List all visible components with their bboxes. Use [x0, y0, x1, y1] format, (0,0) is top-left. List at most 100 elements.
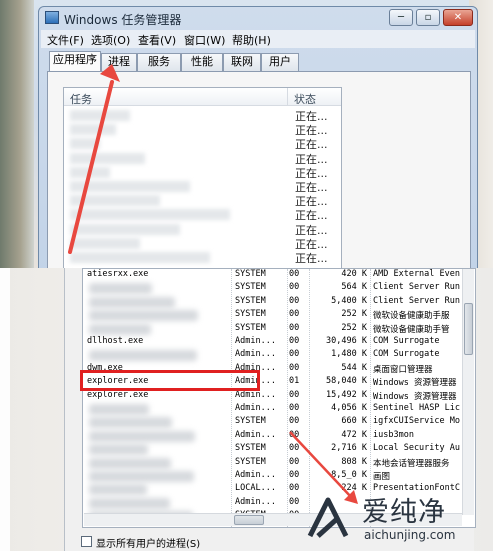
process-row[interactable]: SYSTEM 00 564 K Client Server Run: [83, 282, 475, 295]
process-memory: 4,056 K: [331, 403, 367, 413]
process-row[interactable]: SYSTEM 00 660 K igfxCUIService Mo: [83, 416, 475, 429]
process-memory: 2,716 K: [331, 443, 367, 454]
process-row[interactable]: SYSTEM 00 252 K 微软设备健康助手管: [83, 322, 475, 336]
process-name-redacted: [89, 323, 151, 335]
vertical-scroll-thumb[interactable]: [464, 303, 473, 355]
process-row[interactable]: explorer.exe Admin... 00 15,492 K Windows 资源…: [83, 389, 475, 403]
process-user: Admin...: [235, 336, 276, 346]
show-all-label: 显示所有用户的进程(S): [96, 539, 201, 550]
process-user: Admin...: [235, 349, 276, 360]
vertical-scrollbar[interactable]: [462, 269, 474, 515]
process-description: iusb3mon: [373, 429, 414, 440]
applications-panel: 任务 状态 正在... 正在... 正在... 正在... 正在... 正在... 正在..…: [47, 71, 471, 268]
title-bar[interactable]: Windows 任务管理器 ─ ▫ ✕: [39, 7, 477, 29]
highlight-box: [80, 370, 260, 391]
process-description: 微软设备健康助手管: [373, 324, 450, 335]
process-name: dllhost.exe: [87, 336, 144, 346]
process-description: COM Surrogate: [373, 349, 440, 360]
process-row[interactable]: Admin... 00 4,056 K Sentinel HASP Lic: [83, 403, 475, 416]
task-manager-window: Windows 任务管理器 ─ ▫ ✕ 文件(F) 选项(O) 查看(V) 窗口…: [38, 6, 478, 268]
minimize-button[interactable]: ─: [389, 9, 413, 26]
process-user: Admin...: [235, 429, 276, 440]
process-user: SYSTEM: [235, 282, 266, 293]
maximize-button[interactable]: ▫: [416, 9, 440, 26]
process-memory: 544 K: [341, 362, 367, 373]
process-row[interactable]: SYSTEM 00 808 K 本地会话管理器服务: [83, 456, 475, 470]
tab-services[interactable]: 服务: [137, 53, 181, 71]
process-cpu: 00: [289, 403, 300, 413]
aichunjing-logo-icon: [307, 497, 349, 538]
process-user: SYSTEM: [235, 322, 266, 333]
tab-networking[interactable]: 联网: [223, 53, 261, 71]
process-user: Admin...: [235, 470, 276, 480]
task-name-redacted: [70, 166, 110, 178]
menu-window[interactable]: 窗口(W): [184, 32, 225, 48]
process-user: SYSTEM: [235, 295, 266, 306]
process-memory: 660 K: [341, 416, 367, 427]
process-name-redacted: [89, 484, 147, 496]
process-cpu: 00: [289, 416, 300, 427]
process-cpu: 00: [289, 429, 300, 440]
task-name-redacted: [70, 152, 145, 164]
process-name-redacted: [89, 471, 194, 482]
show-all-checkbox[interactable]: [81, 536, 92, 547]
process-memory: 252 K: [341, 322, 367, 333]
menu-help[interactable]: 帮助(H): [232, 32, 271, 48]
tab-applications[interactable]: 应用程序: [49, 51, 101, 72]
task-list[interactable]: 任务 状态 正在... 正在... 正在... 正在... 正在... 正在... 正在..…: [63, 87, 342, 268]
column-header-status[interactable]: 状态: [289, 88, 341, 106]
process-memory: 252 K: [341, 309, 367, 320]
horizontal-scroll-thumb[interactable]: [234, 515, 264, 525]
process-user: SYSTEM: [235, 416, 266, 427]
process-row[interactable]: dllhost.exe Admin... 00 30,496 K COM Surroga…: [83, 336, 475, 349]
process-name-redacted: [89, 296, 175, 308]
tab-performance[interactable]: 性能: [181, 53, 223, 71]
process-user: SYSTEM: [235, 443, 266, 454]
process-description: COM Surrogate: [373, 336, 440, 346]
process-description: 画图: [373, 472, 391, 482]
process-description: Sentinel HASP Lic: [373, 403, 460, 413]
process-name-redacted: [89, 497, 170, 509]
process-cpu: 00: [289, 456, 300, 467]
process-description: AMD External Even: [373, 269, 460, 279]
process-name: explorer.exe: [87, 389, 149, 400]
menu-file[interactable]: 文件(F): [47, 32, 84, 48]
process-memory: 15,492 K: [326, 389, 367, 400]
process-name-redacted: [89, 310, 198, 322]
process-row[interactable]: atiesrxx.exe SYSTEM 00 420 K AMD External Ev…: [83, 269, 475, 282]
process-memory: 5,400 K: [331, 295, 367, 306]
task-list-header: 任务 状态: [64, 88, 341, 106]
process-memory: 472 K: [341, 429, 367, 440]
process-name-redacted: [89, 283, 152, 295]
process-cpu: 00: [289, 336, 300, 346]
task-name-redacted: [70, 237, 140, 249]
process-row[interactable]: Admin... 00 472 K iusb3mon: [83, 429, 475, 443]
process-name: atiesrxx.exe: [87, 269, 149, 279]
process-row[interactable]: SYSTEM 00 2,716 K Local Security Au: [83, 443, 475, 456]
process-row[interactable]: Admin... 00 1,480 K COM Surrogate: [83, 349, 475, 362]
process-row[interactable]: Admin... 00 8,5_0 K 画图: [83, 470, 475, 483]
process-row[interactable]: SYSTEM 00 5,400 K Client Server Run: [83, 295, 475, 309]
site-watermark: 爱纯净 aichunjing.com: [296, 488, 488, 548]
process-description: 本地会话管理器服务: [373, 458, 450, 469]
tab-users[interactable]: 用户: [261, 53, 299, 71]
task-name-redacted: [70, 223, 180, 235]
process-row[interactable]: SYSTEM 00 252 K 微软设备健康助手服: [83, 309, 475, 322]
process-description: igfxCUIService Mo: [373, 416, 460, 427]
menu-options[interactable]: 选项(O): [91, 32, 130, 48]
process-description: Client Server Run: [373, 295, 460, 306]
tab-processes[interactable]: 进程: [101, 53, 137, 71]
column-header-task[interactable]: 任务: [64, 88, 288, 106]
process-description: 桌面窗口管理器: [373, 364, 433, 375]
process-description: 微软设备健康助手服: [373, 311, 450, 322]
menu-view[interactable]: 查看(V): [138, 32, 176, 48]
close-button[interactable]: ✕: [443, 9, 473, 26]
process-memory: 808 K: [341, 456, 367, 467]
process-name-redacted: [89, 350, 197, 362]
process-cpu: 00: [289, 269, 300, 279]
task-status: 正在...: [295, 252, 328, 265]
task-name-redacted: [70, 124, 116, 136]
process-memory: 420 K: [341, 269, 367, 279]
process-user: Admin...: [235, 389, 276, 400]
process-cpu: 00: [289, 362, 300, 373]
